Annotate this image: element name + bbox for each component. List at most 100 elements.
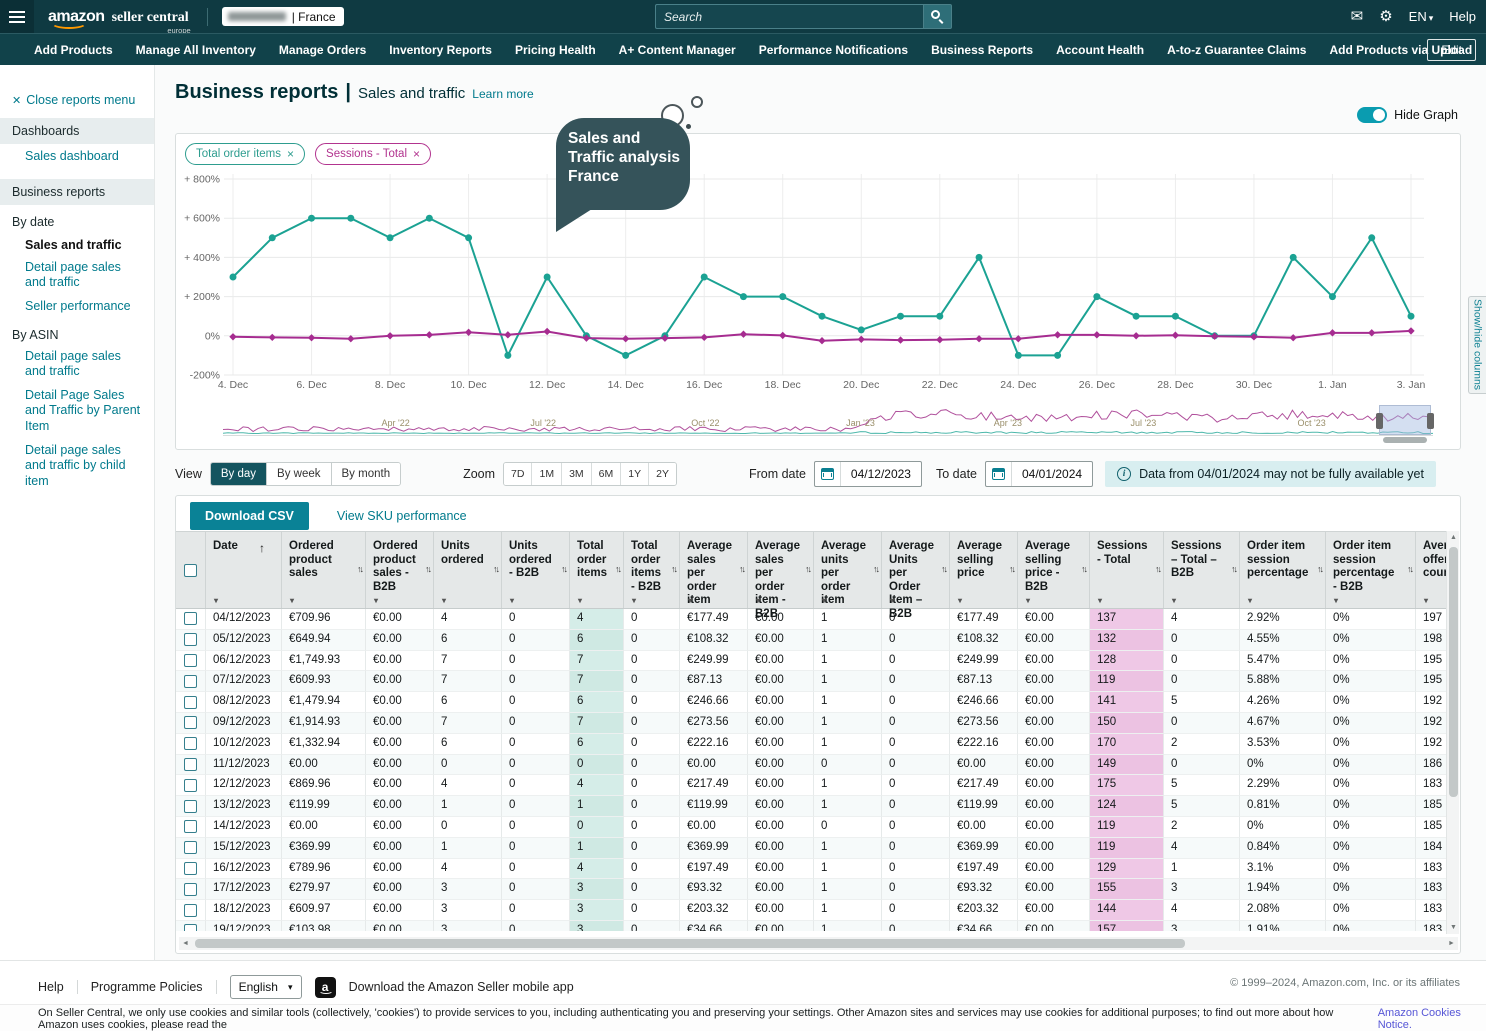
row-checkbox[interactable] [184,820,197,833]
row-checkbox[interactable] [184,883,197,896]
row-checkbox[interactable] [184,800,197,813]
zoom-option-7d[interactable]: 7D [504,463,532,485]
column-menu-chevron-icon[interactable]: ▾ [1098,596,1102,605]
table-horizontal-scrollbar[interactable]: ◄ ► [179,937,1458,950]
column-header-average-selling-price-b2b[interactable]: Average selling price - B2B↑↓▾ [1018,532,1090,608]
from-date-picker[interactable]: 04/12/2023 [814,461,922,487]
footer-policies-link[interactable]: Programme Policies [91,980,203,994]
column-header-total-order-items[interactable]: Total order items↑↓▾ [570,532,624,608]
sidebar-item-detail-page-sales-and-traffic[interactable]: Detail page sales and traffic [0,255,154,294]
chip-close-icon[interactable]: × [413,147,420,161]
column-menu-chevron-icon[interactable]: ▾ [374,596,378,605]
horizontal-scroll-thumb[interactable] [195,939,1185,948]
nav-item-manage-all-inventory[interactable]: Manage All Inventory [136,43,256,57]
close-reports-menu[interactable]: ✕Close reports menu [12,93,154,107]
to-date-picker[interactable]: 04/01/2024 [985,461,1093,487]
column-header-total-order-items-b2b[interactable]: Total order items - B2B↑↓▾ [624,532,680,608]
navigator-range-selector[interactable] [1379,405,1431,435]
metric-chip-total-order-items[interactable]: Total order items× [185,143,305,165]
vertical-scroll-thumb[interactable] [1449,547,1458,797]
nav-item-business-reports[interactable]: Business Reports [931,43,1033,57]
show-hide-columns-tab[interactable]: Show/hide columns [1468,296,1486,394]
column-menu-chevron-icon[interactable]: ▾ [890,596,894,605]
sidebar-item-sales-and-traffic[interactable]: Sales and traffic [0,231,154,255]
row-checkbox[interactable] [184,633,197,646]
footer-help-link[interactable]: Help [38,980,64,994]
column-menu-chevron-icon[interactable]: ▾ [688,596,692,605]
nav-item-performance-notifications[interactable]: Performance Notifications [759,43,908,57]
column-menu-chevron-icon[interactable]: ▾ [1172,596,1176,605]
zoom-option-6m[interactable]: 6M [592,463,622,485]
table-vertical-scrollbar[interactable]: ▲ ▼ [1446,531,1459,934]
help-link[interactable]: Help [1449,9,1476,24]
row-checkbox[interactable] [184,675,197,688]
zoom-option-1y[interactable]: 1Y [621,463,649,485]
view-option-by-week[interactable]: By week [267,463,331,485]
nav-item-manage-orders[interactable]: Manage Orders [279,43,366,57]
cookie-notice-link[interactable]: Amazon Cookies Notice. [1378,1007,1486,1031]
scroll-right-icon[interactable]: ► [1445,940,1458,947]
zoom-option-1m[interactable]: 1M [532,463,562,485]
column-menu-chevron-icon[interactable]: ▾ [510,596,514,605]
hide-graph-toggle[interactable] [1357,107,1387,123]
row-checkbox[interactable] [184,696,197,709]
zoom-option-3m[interactable]: 3M [562,463,592,485]
row-checkbox[interactable] [184,841,197,854]
row-checkbox[interactable] [184,862,197,875]
zoom-option-2y[interactable]: 2Y [649,463,676,485]
column-menu-chevron-icon[interactable]: ▾ [290,596,294,605]
nav-item-a-to-z-guarantee-claims[interactable]: A-to-z Guarantee Claims [1167,43,1306,57]
nav-item-pricing-health[interactable]: Pricing Health [515,43,596,57]
column-header-sessions-total-b2b[interactable]: Sessions – Total – B2B↑↓▾ [1164,532,1240,608]
scroll-down-icon[interactable]: ▼ [1447,921,1460,934]
nav-item-a-content-manager[interactable]: A+ Content Manager [619,43,736,57]
language-selector[interactable]: EN▾ [1409,9,1434,24]
column-menu-chevron-icon[interactable]: ▾ [1424,596,1428,605]
column-header-sessions-total[interactable]: Sessions - Total↑↓▾ [1090,532,1164,608]
column-header-average-units-per-order-item-b2b[interactable]: Average Units per Order Item – B2B↑↓▾ [882,532,950,608]
scroll-left-icon[interactable]: ◄ [179,940,192,947]
range-handle-right[interactable] [1427,413,1434,429]
view-option-by-month[interactable]: By month [332,463,401,485]
sidebar-item-detail-page-sales-and-traffic-by-parent-item[interactable]: Detail Page Sales and Traffic by Parent … [0,383,154,438]
row-checkbox[interactable] [184,779,197,792]
chip-close-icon[interactable]: × [287,147,294,161]
view-option-by-day[interactable]: By day [211,463,267,485]
row-checkbox[interactable] [184,924,197,931]
range-handle-left[interactable] [1376,413,1383,429]
view-sku-performance-link[interactable]: View SKU performance [337,509,467,523]
hamburger-menu-icon[interactable] [0,0,34,33]
row-checkbox[interactable] [184,758,197,771]
column-menu-chevron-icon[interactable]: ▾ [214,596,218,605]
sidebar-item-detail-page-sales-and-traffic-by-child-item[interactable]: Detail page sales and traffic by child i… [0,438,154,493]
nav-item-add-products[interactable]: Add Products [34,43,113,57]
column-header-average-sales-per-order-item[interactable]: Average sales per order item↑↓▾ [680,532,748,608]
row-checkbox[interactable] [184,716,197,729]
footer-language-select[interactable]: English ▾ [230,975,302,999]
download-app-link[interactable]: Download the Amazon Seller mobile app [349,980,574,994]
column-header-units-ordered-b2b[interactable]: Units ordered - B2B↑↓▾ [502,532,570,608]
sidebar-item-detail-page-sales-and-traffic[interactable]: Detail page sales and traffic [0,344,154,383]
settings-gear-icon[interactable]: ⚙ [1379,9,1392,24]
scroll-up-icon[interactable]: ▲ [1447,531,1460,544]
learn-more-link[interactable]: Learn more [472,87,533,101]
column-header-average-selling-price[interactable]: Average selling price↑↓▾ [950,532,1018,608]
sidebar-item-business-reports[interactable]: Business reports [0,179,154,205]
select-all-checkbox[interactable] [184,564,197,577]
nav-item-account-health[interactable]: Account Health [1056,43,1144,57]
row-checkbox[interactable] [184,612,197,625]
column-menu-chevron-icon[interactable]: ▾ [958,596,962,605]
column-menu-chevron-icon[interactable]: ▾ [1248,596,1252,605]
column-header-units-ordered[interactable]: Units ordered↑↓▾ [434,532,502,608]
metric-chip-sessions-total[interactable]: Sessions - Total× [315,143,431,165]
edit-nav-button[interactable]: Edit [1427,39,1476,61]
row-checkbox[interactable] [184,904,197,917]
sidebar-item-sales-dashboard[interactable]: Sales dashboard [0,144,154,168]
sidebar-item-seller-performance[interactable]: Seller performance [0,294,154,318]
column-header-order-item-session-percentage[interactable]: Order item session percentage↑↓▾ [1240,532,1326,608]
messages-icon[interactable]: ✉ [1351,9,1364,24]
column-menu-chevron-icon[interactable]: ▾ [578,596,582,605]
column-menu-chevron-icon[interactable]: ▾ [756,596,760,605]
column-header-average-sales-per-order-item-b2b[interactable]: Average sales per order item - B2B↑↓▾ [748,532,814,608]
download-csv-button[interactable]: Download CSV [190,502,309,530]
